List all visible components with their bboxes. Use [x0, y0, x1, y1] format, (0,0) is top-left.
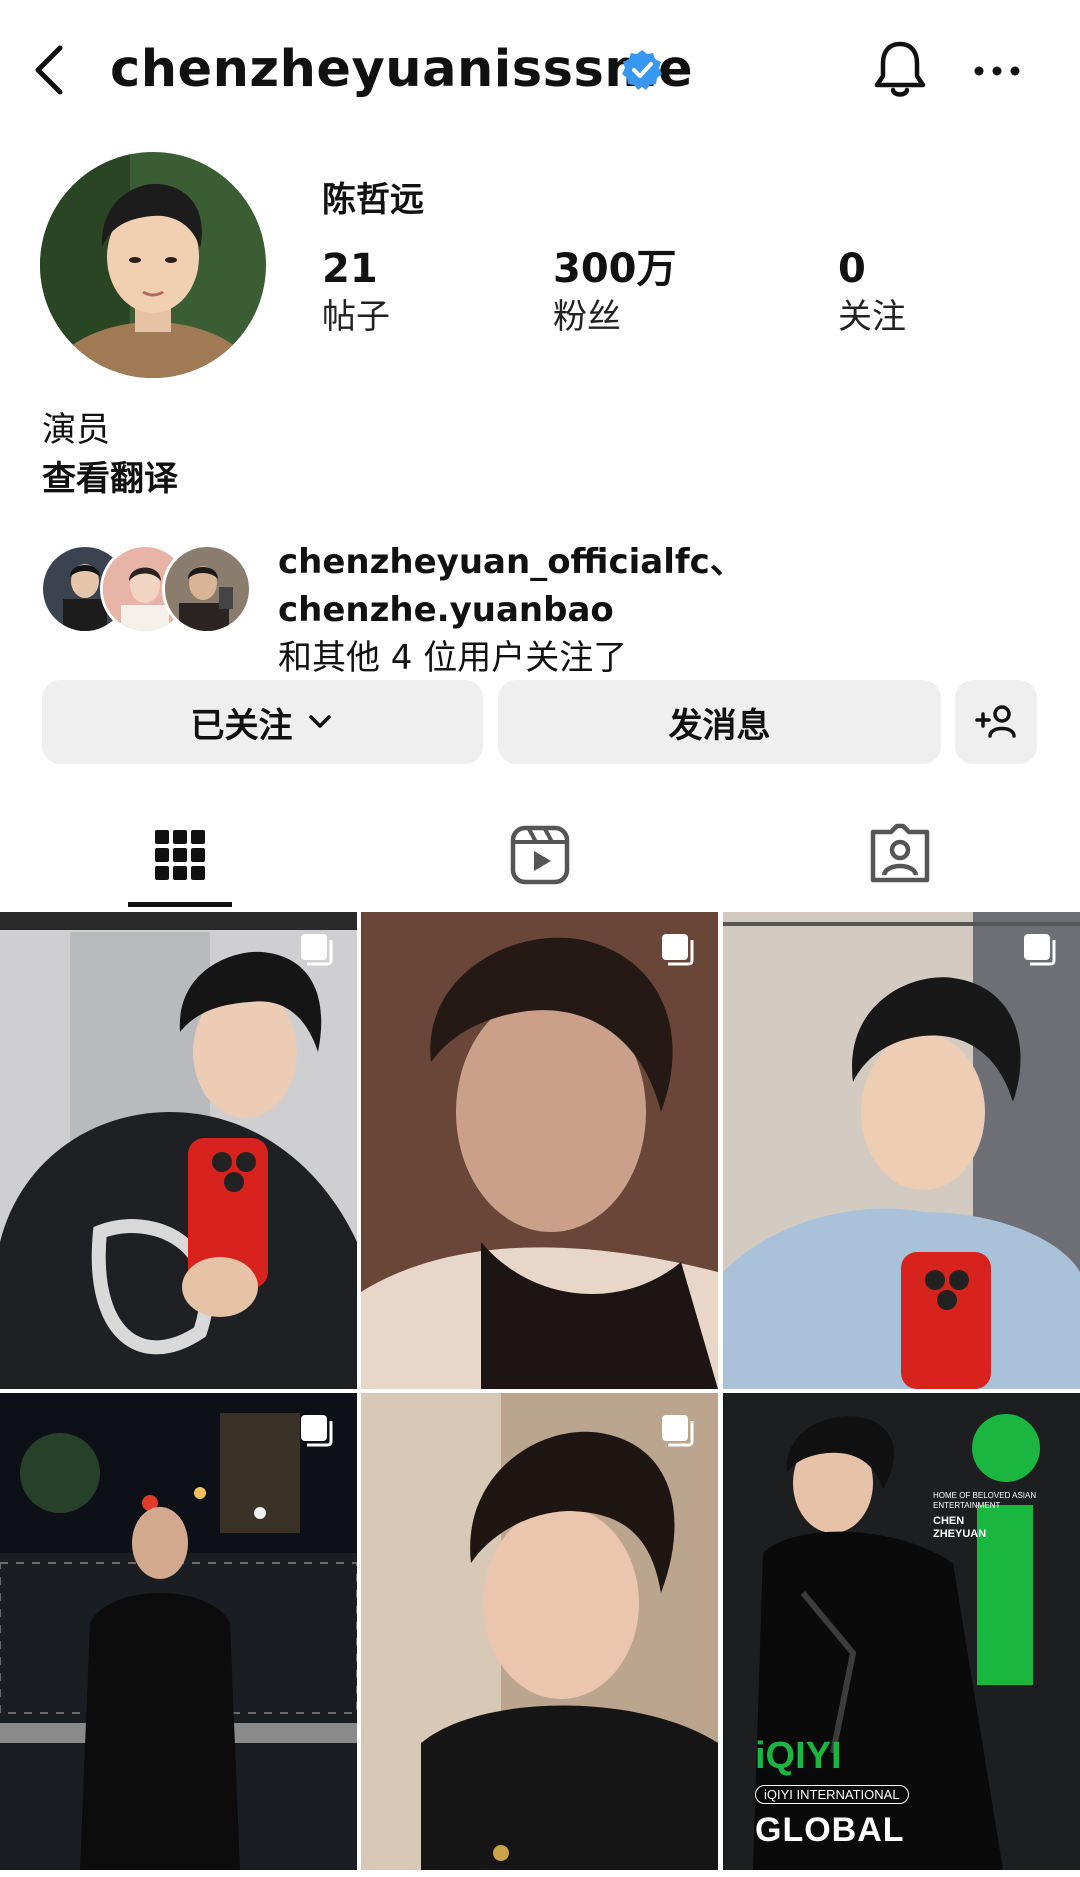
following-label: 已关注: [190, 705, 293, 746]
display-name: 陈哲远: [322, 180, 424, 220]
poster-tagline: HOME OF BELOVED ASIAN ENTERTAINMENT: [933, 1491, 1037, 1510]
stat-followers[interactable]: 300万 粉丝: [553, 244, 677, 340]
chevron-down-icon: [308, 715, 331, 728]
add-user-button[interactable]: [955, 680, 1037, 764]
multiple-posts-icon: [301, 934, 333, 966]
verified-badge-icon: [622, 50, 662, 90]
multiple-posts-icon: [662, 934, 694, 966]
post-thumbnail[interactable]: [723, 912, 1080, 1389]
poster-brand: iQIYI: [755, 1735, 842, 1777]
tagged-icon[interactable]: [865, 820, 935, 890]
active-tab-indicator: [128, 902, 232, 907]
add-person-icon: [975, 705, 1016, 738]
stat-label: 粉丝: [553, 297, 621, 337]
stat-value: 300万: [553, 246, 677, 292]
post-thumbnail[interactable]: [361, 912, 718, 1389]
poster-global: GLOBAL: [755, 1811, 905, 1849]
more-horizontal-icon[interactable]: [970, 44, 1024, 98]
profile-avatar[interactable]: [40, 152, 266, 378]
reels-icon[interactable]: [505, 820, 575, 890]
chevron-left-icon[interactable]: [30, 42, 70, 98]
multiple-posts-icon: [301, 1415, 333, 1447]
bell-icon[interactable]: [870, 38, 930, 102]
following-button[interactable]: 已关注: [42, 680, 483, 764]
message-label: 发消息: [668, 705, 771, 746]
post-thumbnail[interactable]: [361, 1393, 718, 1870]
poster-person: CHEN ZHEYUAN: [933, 1515, 987, 1540]
grid-icon[interactable]: [145, 820, 215, 890]
mutual-avatars[interactable]: [40, 544, 260, 634]
stat-following[interactable]: 0 关注: [838, 244, 906, 340]
stat-value: 0: [838, 246, 866, 292]
stat-label: 关注: [838, 297, 906, 337]
multiple-posts-icon: [1024, 934, 1056, 966]
mutual-avatar: [162, 544, 252, 634]
profile-header: chenzheyuanisssme: [0, 0, 1080, 140]
bio-text: 演员: [42, 410, 110, 450]
poster-sub-brand: iQIYI INTERNATIONAL: [755, 1785, 909, 1804]
message-button[interactable]: 发消息: [498, 680, 941, 764]
profile-tabs: [0, 800, 1080, 910]
post-thumbnail[interactable]: [0, 1393, 357, 1870]
mutual-suffix: 和其他 4 位用户关注了: [278, 638, 628, 678]
post-thumbnail[interactable]: HOME OF BELOVED ASIAN ENTERTAINMENT CHEN…: [723, 1393, 1080, 1870]
mutual-names[interactable]: chenzheyuan_officialfc、chenzhe.yuanbao: [278, 542, 744, 630]
stat-label: 帖子: [322, 297, 390, 337]
stat-value: 21: [322, 246, 378, 292]
multiple-posts-icon: [662, 1415, 694, 1447]
post-thumbnail[interactable]: [0, 912, 357, 1389]
see-translation-link[interactable]: 查看翻译: [42, 456, 178, 502]
stat-posts[interactable]: 21 帖子: [322, 244, 390, 340]
mutual-followers-text[interactable]: chenzheyuan_officialfc、chenzhe.yuanbao 和…: [278, 538, 1058, 682]
username-title: chenzheyuanisssme: [110, 40, 694, 99]
